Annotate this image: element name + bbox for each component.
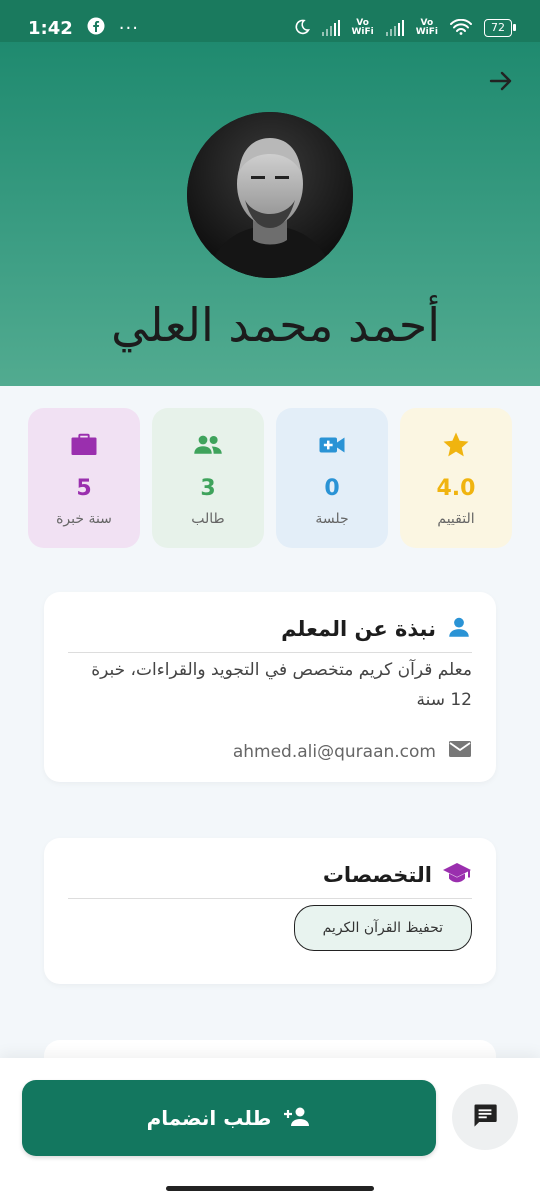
battery-indicator: 72 (484, 19, 516, 37)
stats-row: 4.0 التقييم 0 جلسة 3 طالب 5 سنة خبرة (28, 408, 512, 548)
specialties-title: التخصصات (322, 863, 432, 887)
chat-button[interactable] (452, 1084, 518, 1150)
teacher-email[interactable]: ahmed.ali@quraan.com (233, 742, 436, 762)
stat-experience: 5 سنة خبرة (28, 408, 140, 548)
stat-value: 4.0 (436, 476, 476, 501)
stat-sessions: 0 جلسة (276, 408, 388, 548)
about-title: نبذة عن المعلم (281, 617, 436, 641)
specialty-chip[interactable]: تحفيظ القرآن الكريم (293, 905, 472, 951)
stat-rating: 4.0 التقييم (400, 408, 512, 548)
stat-label: طالب (191, 511, 225, 527)
teacher-name: أحمد محمد العلي (111, 298, 440, 352)
specialties-card-header: التخصصات (68, 860, 472, 890)
stat-students: 3 طالب (152, 408, 264, 548)
wifi-icon (450, 18, 472, 38)
stat-label: التقييم (437, 511, 475, 527)
about-card-header: نبذة عن المعلم (68, 614, 472, 644)
bottom-action-bar: طلب انضمام (0, 1058, 540, 1200)
about-card: نبذة عن المعلم معلم قرآن كريم متخصص في ا… (44, 592, 496, 782)
stat-label: جلسة (315, 511, 349, 527)
star-icon (441, 430, 471, 464)
more-notifications-icon: ··· (118, 17, 139, 39)
moon-icon (294, 19, 310, 38)
person-icon (446, 614, 472, 644)
status-time: 1:42 (28, 17, 73, 39)
vowifi-indicator-2: Vo WiFi (415, 18, 438, 37)
briefcase-icon (69, 430, 99, 464)
join-request-button[interactable]: طلب انضمام (22, 1080, 436, 1156)
divider (68, 652, 472, 653)
email-row[interactable]: ahmed.ali@quraan.com (68, 739, 472, 764)
specialties-card: التخصصات تحفيظ القرآن الكريم (44, 838, 496, 984)
vowifi-indicator: Vo WiFi (351, 18, 374, 37)
mail-icon (448, 739, 472, 764)
home-indicator[interactable] (166, 1186, 374, 1191)
teacher-avatar (187, 112, 353, 278)
stat-value: 5 (76, 476, 92, 501)
stat-label: سنة خبرة (56, 511, 112, 527)
stat-value: 0 (324, 476, 340, 501)
facebook-icon (87, 17, 105, 40)
specialty-list: تحفيظ القرآن الكريم (68, 899, 472, 951)
signal-icon-2 (385, 20, 404, 36)
person-add-icon (283, 1105, 311, 1132)
chat-icon (471, 1101, 499, 1133)
people-icon (193, 430, 223, 464)
signal-icon (321, 20, 340, 36)
graduation-cap-icon (442, 860, 472, 890)
join-request-label: طلب انضمام (146, 1106, 272, 1130)
video-add-icon (317, 430, 347, 464)
teacher-bio: معلم قرآن كريم متخصص في التجويد والقراءا… (91, 660, 472, 710)
back-arrow-icon[interactable] (486, 66, 516, 96)
stat-value: 3 (200, 476, 216, 501)
profile-header: أحمد محمد العلي (0, 42, 540, 386)
